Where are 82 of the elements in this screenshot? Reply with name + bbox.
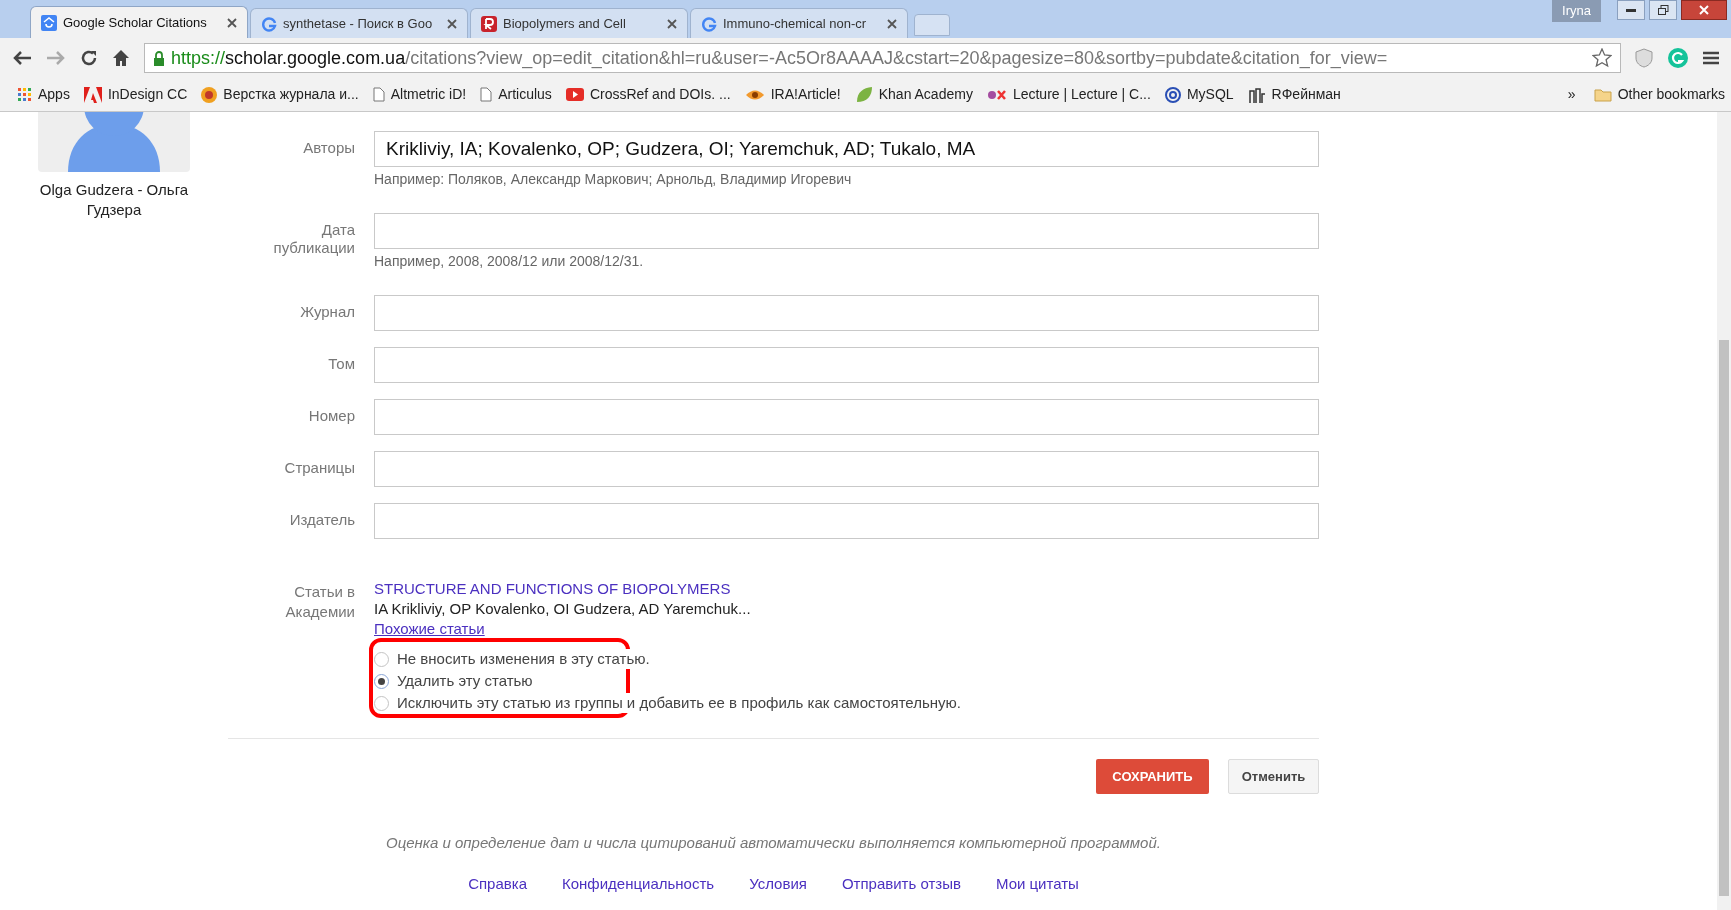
radio-button[interactable] [374,651,389,667]
field-label: Номер [308,407,355,426]
restore-button[interactable] [1649,0,1677,20]
save-button[interactable]: СОХРАНИТЬ [1096,759,1209,794]
field-label: Журнал [300,303,355,322]
adobe-icon [83,86,102,103]
browser-tab[interactable]: Biopolymers and Cell [470,8,688,38]
tab-title: Immuno-chemical non-cr [723,14,868,33]
close-icon[interactable] [227,17,237,28]
close-icon[interactable] [447,18,457,29]
menu-icon[interactable] [1703,51,1719,65]
letter-p-icon [481,15,497,32]
round-logo-icon [201,86,218,103]
bookmark-item[interactable]: InDesign CC [83,84,188,105]
field-hint: Например: Поляков, Александр Маркович; Арнольд, Владимир Игоревич [374,170,853,189]
url-text: https://scholar.google.com.ua/citations?view_op=edit_citation&hl=ru&user=-Ac5Or8AAAAJ&cstart=20&pagesize=80&sortby=pubdate&citation_for_view= [171,46,1389,71]
play-button-icon [565,88,584,101]
bookmark-item[interactable]: Khan Academy [854,84,973,105]
bars-icon [1247,85,1266,104]
field-label: Страницы [284,459,355,478]
back-icon[interactable] [12,50,32,66]
field-label: Том [328,355,355,374]
folder-icon [1593,87,1612,102]
g-logo-icon [261,15,277,32]
close-icon[interactable] [667,18,677,29]
page-icon [372,87,385,102]
browser-tab[interactable]: Google Scholar Citations [30,6,248,38]
bookmark-item[interactable]: Верстка журнала и... [201,84,359,105]
leaf-icon [854,85,873,104]
footer-link[interactable]: Конфиденциальность [562,872,715,895]
more-bookmarks-button[interactable]: » [1567,84,1576,105]
field-label: Статьи в Академии [284,582,355,622]
minimize-icon [1626,8,1636,12]
footer-link[interactable]: Мои цитаты [995,872,1079,895]
address-bar[interactable]: https://scholar.google.com.ua/citations?view_op=edit_citation&hl=ru&user=-Ac5Or8AAAAJ&cstart=20&pagesize=80&sortby=pubdate&citation_for_view= [144,43,1621,73]
bookmark-item[interactable]: Altmetric iD! [372,84,467,105]
lock-icon [153,50,165,66]
footer-link[interactable]: Условия [749,872,807,895]
g-logo-icon [701,15,717,32]
page-icon [480,87,493,102]
bookmark-item[interactable]: Lecture | Lecture | C... [986,84,1151,105]
edx-icon [986,88,1007,101]
article-title-link[interactable]: STRUCTURE AND FUNCTIONS OF BIOPOLYMERS [374,579,731,599]
bookmark-item[interactable]: Apps [18,84,70,105]
radio-button[interactable] [374,673,389,689]
spiral-icon [1164,86,1181,103]
bookmark-item[interactable]: IRA!Article! [744,84,841,105]
minimize-button[interactable] [1617,0,1645,20]
bookmark-item[interactable]: CrossRef and DOIs. ... [565,84,731,105]
cancel-button[interactable]: Отменить [1228,759,1319,794]
footer-note: Оценка и определение дат и числа цитирований автоматически выполняется компьютерной программой. [385,833,1162,853]
close-icon [1699,5,1709,15]
field-label: Издатель [289,511,355,530]
radio-button[interactable] [374,695,389,711]
browser-tab[interactable]: Immuno-chemical non-cr [690,8,908,38]
other-bookmarks-button[interactable]: Other bookmarks [1593,84,1725,105]
footer-link[interactable]: Справка [468,872,527,895]
footer-link[interactable]: Отправить отзыв [841,872,961,895]
apps-grid-icon [18,87,32,102]
radio-option[interactable]: Удалить эту статью [374,671,961,691]
bookmark-item[interactable]: MySQL [1164,84,1234,105]
tab-title: synthetase - Поиск в Goo [283,14,434,33]
tab-title: Google Scholar Citations [63,13,208,32]
field-label: Авторы [303,139,355,158]
scholar-icon [41,14,57,31]
input-field[interactable]: Krikliviy, IA; Kovalenko, OP; Gudzera, OI; Yaremchuk, AD; Tukalo, MA [374,131,1319,167]
radio-option[interactable]: Не вносить изменения в эту статью. [374,649,961,669]
reload-icon[interactable] [80,49,98,67]
close-icon[interactable] [887,18,897,29]
bookmark-item[interactable]: Articulus [480,84,552,105]
field-label: Дата публикации [272,221,355,258]
home-icon[interactable] [112,49,130,67]
field-hint: Например, 2008, 2008/12 или 2008/12/31. [374,252,645,271]
tab-title: Biopolymers and Cell [503,14,627,33]
bookmark-item[interactable]: RФейнман [1247,84,1341,105]
close-button[interactable] [1681,0,1727,20]
browser-tab[interactable]: synthetase - Поиск в Goo [250,8,468,38]
star-icon[interactable] [1592,48,1612,68]
article-authors: IA Krikliviy, OP Kovalenko, OI Gudzera, AD Yaremchuk... [374,599,751,619]
restore-icon [1657,5,1669,15]
profile-name-text: Olga Gudzera - Ольга Гудзера [38,180,190,220]
related-articles-link[interactable]: Похожие статьи [374,619,485,639]
